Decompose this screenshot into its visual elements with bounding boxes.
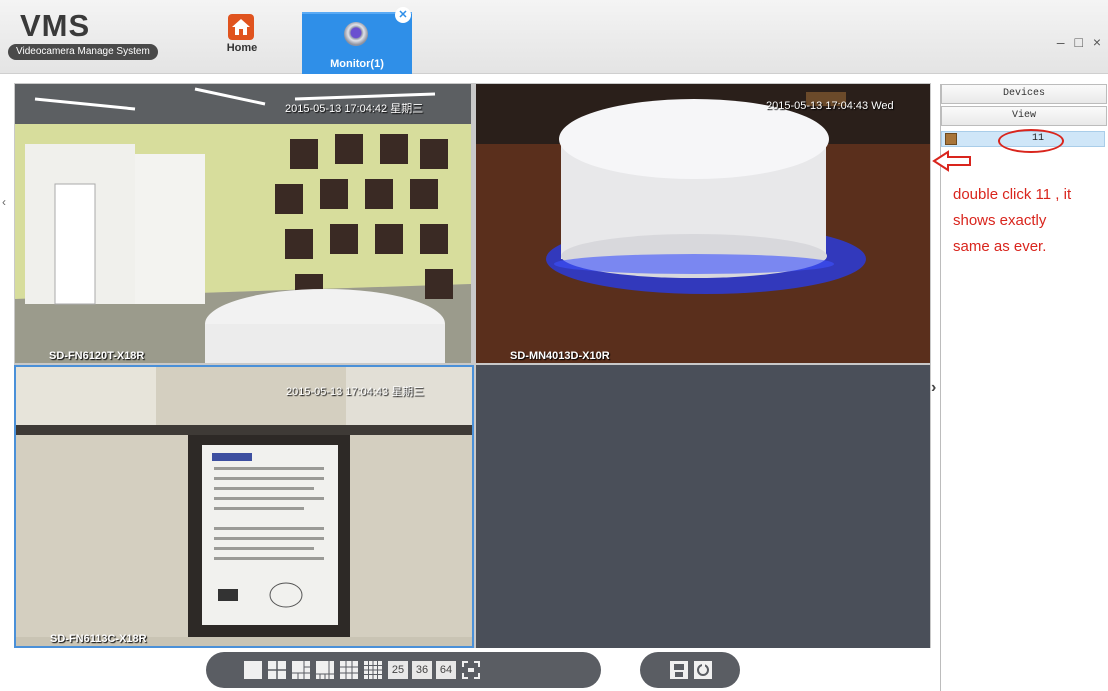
layout-25-button[interactable]: 25 bbox=[388, 661, 408, 679]
vms-logo: VMS Videocamera Manage System bbox=[8, 10, 183, 66]
home-nav-button[interactable]: Home bbox=[215, 14, 269, 70]
window-controls[interactable]: – □ × bbox=[1057, 34, 1104, 50]
tab-monitor[interactable]: Monitor(1) bbox=[302, 12, 412, 74]
close-tab-icon[interactable]: ✕ bbox=[395, 7, 411, 23]
video-cell-3-selected[interactable]: 2015-05-13 17:04:43 星期三 SD-FN6113C-X18R bbox=[14, 365, 474, 648]
camera-feed-platform bbox=[476, 84, 930, 363]
layout-36-button[interactable]: 36 bbox=[412, 661, 432, 679]
action-toolbar bbox=[640, 652, 740, 688]
fullscreen-icon[interactable] bbox=[462, 661, 480, 679]
annotation-arrow-icon bbox=[932, 150, 971, 172]
annotation-line-2: shows exactly bbox=[953, 212, 1047, 229]
title-bar: VMS Videocamera Manage System Home Monit… bbox=[0, 0, 1108, 74]
camera-feed-certificate bbox=[16, 367, 472, 646]
monitor-tab-label: Monitor(1) bbox=[330, 58, 384, 70]
single-view-icon[interactable] bbox=[244, 661, 262, 679]
camera-name: SD-FN6113C-X18R bbox=[50, 633, 147, 645]
nine-view-icon[interactable] bbox=[340, 661, 358, 679]
camera-timestamp: 2015-05-13 17:04:43 星期三 bbox=[286, 386, 425, 398]
annotation-text: double click 11 , it shows exactly same … bbox=[953, 182, 1108, 260]
layout-toolbar: 25 36 64 bbox=[206, 652, 601, 688]
left-collapse-icon[interactable]: ‹ bbox=[2, 195, 6, 209]
camera-feed-showroom bbox=[15, 84, 471, 363]
layout-64-button[interactable]: 64 bbox=[436, 661, 456, 679]
logo-subtitle: Videocamera Manage System bbox=[8, 44, 158, 60]
save-icon[interactable] bbox=[670, 661, 688, 679]
camera-timestamp: 2015-05-13 17:04:43 Wed bbox=[766, 100, 894, 112]
sixteen-view-icon[interactable] bbox=[364, 661, 382, 679]
video-cell-2[interactable]: 2015-05-13 17:04:43 Wed SD-MN4013D-X10R bbox=[476, 84, 930, 363]
side-panel: Devices View 11 bbox=[940, 84, 1108, 691]
quad-view-icon[interactable] bbox=[268, 661, 286, 679]
video-cell-4-empty[interactable] bbox=[476, 365, 930, 648]
home-label: Home bbox=[226, 42, 258, 54]
camera-timestamp: 2015-05-13 17:04:42 星期三 bbox=[285, 103, 424, 115]
view-layout-icon bbox=[945, 133, 957, 145]
camera-name: SD-FN6120T-X18R bbox=[49, 350, 145, 362]
panel-collapse-icon[interactable]: › bbox=[931, 379, 936, 397]
annotation-line-3: same as ever. bbox=[953, 238, 1047, 255]
six-view-icon[interactable] bbox=[292, 661, 310, 679]
camera-lens-icon bbox=[344, 22, 368, 46]
camera-name: SD-MN4013D-X10R bbox=[510, 350, 610, 362]
video-cell-1[interactable]: 2015-05-13 17:04:42 星期三 SD-FN6120T-X18R bbox=[15, 84, 471, 363]
refresh-icon[interactable] bbox=[694, 661, 712, 679]
annotation-circle bbox=[998, 129, 1064, 153]
app-window: VMS Videocamera Manage System Home Monit… bbox=[0, 0, 1108, 691]
video-grid: 2015-05-13 17:04:42 星期三 SD-FN6120T-X18R … bbox=[14, 83, 931, 648]
tab-view[interactable]: View bbox=[941, 106, 1107, 126]
logo-title: VMS bbox=[20, 8, 91, 43]
home-icon bbox=[228, 14, 254, 40]
tab-devices[interactable]: Devices bbox=[941, 84, 1107, 104]
annotation-line-1: double click 11 , it bbox=[953, 186, 1072, 203]
eight-view-icon[interactable] bbox=[316, 661, 334, 679]
